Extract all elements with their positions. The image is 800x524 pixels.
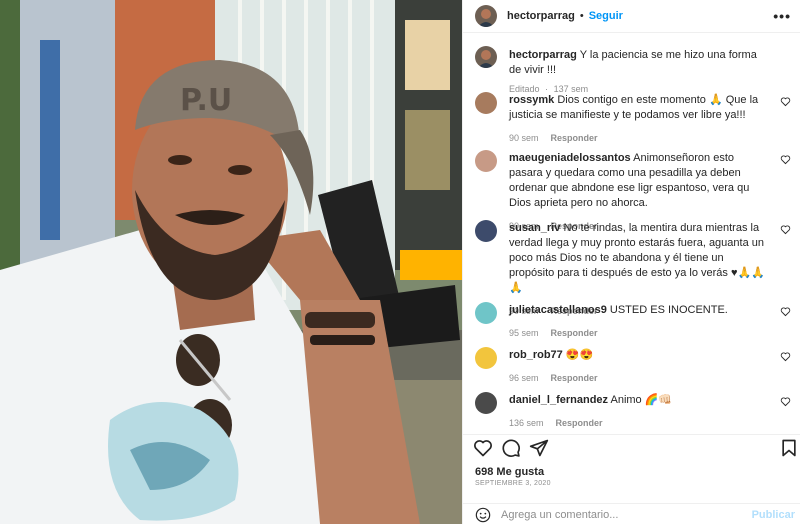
send-icon[interactable] xyxy=(529,438,549,458)
post-header: hectorparrag • Seguir ••• xyxy=(463,0,800,33)
commenter-avatar[interactable] xyxy=(475,220,497,242)
comment-username[interactable]: rob_rob77 xyxy=(509,349,563,361)
post-date: SEPTIEMBRE 3, 2020 xyxy=(475,480,551,487)
selfie-photo-illustration: P.U xyxy=(0,0,462,524)
comment-text: Animo 🌈👊🏻 xyxy=(610,394,673,406)
emoji-icon[interactable] xyxy=(475,507,491,523)
heart-icon[interactable] xyxy=(473,438,493,458)
action-bar xyxy=(463,434,800,462)
comment-time: 90 sem xyxy=(509,133,539,143)
heart-icon[interactable] xyxy=(780,224,791,235)
add-comment-bar: Publicar xyxy=(463,503,800,524)
likes-count[interactable]: 698 Me gusta xyxy=(475,466,544,478)
reply-button[interactable]: Responder xyxy=(551,133,598,143)
comments-list[interactable]: hectorparrag Y la paciencia se me hizo u… xyxy=(463,34,800,434)
comment-username[interactable]: rossymk xyxy=(509,94,554,106)
reply-button[interactable]: Responder xyxy=(556,418,603,428)
commenter-avatar[interactable] xyxy=(475,92,497,114)
comment-username[interactable]: susan_riv xyxy=(509,222,560,234)
follow-button[interactable]: Seguir xyxy=(589,10,623,22)
comment-icon[interactable] xyxy=(501,438,521,458)
cap-logo-text: P.U xyxy=(180,83,232,118)
more-horizontal-icon[interactable]: ••• xyxy=(773,8,791,24)
comment-username[interactable]: maeugeniadelossantos xyxy=(509,152,631,164)
comment-time: 136 sem xyxy=(509,418,544,428)
reply-button[interactable]: Responder xyxy=(551,328,598,338)
publish-button[interactable]: Publicar xyxy=(752,509,795,521)
comment-time: 96 sem xyxy=(509,373,539,383)
post-photo[interactable]: P.U xyxy=(0,0,462,524)
comment-username[interactable]: julietacastellanos9 xyxy=(509,304,607,316)
caption-username[interactable]: hectorparrag xyxy=(509,49,577,61)
heart-icon[interactable] xyxy=(780,154,791,165)
reply-button[interactable]: Responder xyxy=(551,373,598,383)
comment-username[interactable]: daniel_l_fernandez xyxy=(509,394,608,406)
separator-dot: • xyxy=(579,10,584,22)
comment-text: USTED ES INOCENTE. xyxy=(609,304,728,316)
comment-input[interactable] xyxy=(501,507,741,523)
commenter-avatar[interactable] xyxy=(475,347,497,369)
heart-icon[interactable] xyxy=(780,396,791,407)
commenter-avatar[interactable] xyxy=(475,302,497,324)
heart-icon[interactable] xyxy=(780,306,791,317)
bookmark-icon[interactable] xyxy=(779,438,799,458)
heart-icon[interactable] xyxy=(780,351,791,362)
author-avatar[interactable] xyxy=(475,5,497,27)
comment-text: 😍😍 xyxy=(565,349,594,361)
author-avatar[interactable] xyxy=(475,46,497,68)
post-side-panel: hectorparrag • Seguir ••• hectorparrag Y… xyxy=(462,0,800,524)
author-username[interactable]: hectorparrag xyxy=(507,10,575,22)
comment-time: 95 sem xyxy=(509,328,539,338)
heart-icon[interactable] xyxy=(780,96,791,107)
commenter-avatar[interactable] xyxy=(475,150,497,172)
commenter-avatar[interactable] xyxy=(475,392,497,414)
